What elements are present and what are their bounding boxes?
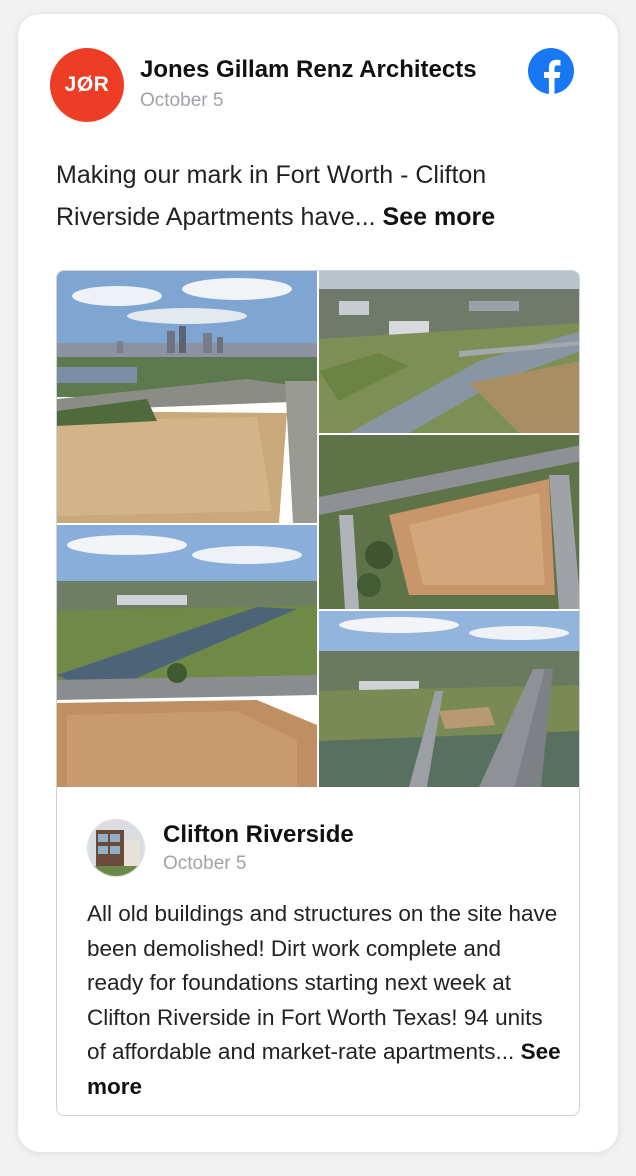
- post-text: Making our mark in Fort Worth - Clifton …: [56, 154, 586, 238]
- aerial-river-overview-photo[interactable]: [319, 271, 579, 433]
- shared-post-text: All old buildings and structures on the …: [87, 897, 563, 1104]
- post-card: JØR Jones Gillam Renz Architects October…: [18, 14, 618, 1152]
- page-name[interactable]: Jones Gillam Renz Architects: [140, 56, 477, 84]
- shared-post[interactable]: Clifton Riverside October 5 All old buil…: [56, 270, 580, 1116]
- facebook-icon[interactable]: [528, 48, 574, 94]
- shared-post-body: All old buildings and structures on the …: [87, 901, 558, 1064]
- aerial-highway-bridge-photo[interactable]: [319, 611, 579, 787]
- post-date[interactable]: October 5: [140, 90, 223, 112]
- aerial-cleared-lot-photo[interactable]: [319, 435, 579, 609]
- shared-page-avatar[interactable]: [87, 819, 145, 877]
- aerial-skyline-site-photo[interactable]: [57, 271, 317, 523]
- logo-text: JØR: [64, 73, 110, 96]
- page-logo[interactable]: JØR: [50, 48, 124, 122]
- shared-post-date[interactable]: October 5: [163, 853, 246, 875]
- aerial-river-site-photo[interactable]: [57, 525, 317, 787]
- see-more-link[interactable]: See more: [383, 203, 496, 231]
- shared-page-name[interactable]: Clifton Riverside: [163, 821, 354, 849]
